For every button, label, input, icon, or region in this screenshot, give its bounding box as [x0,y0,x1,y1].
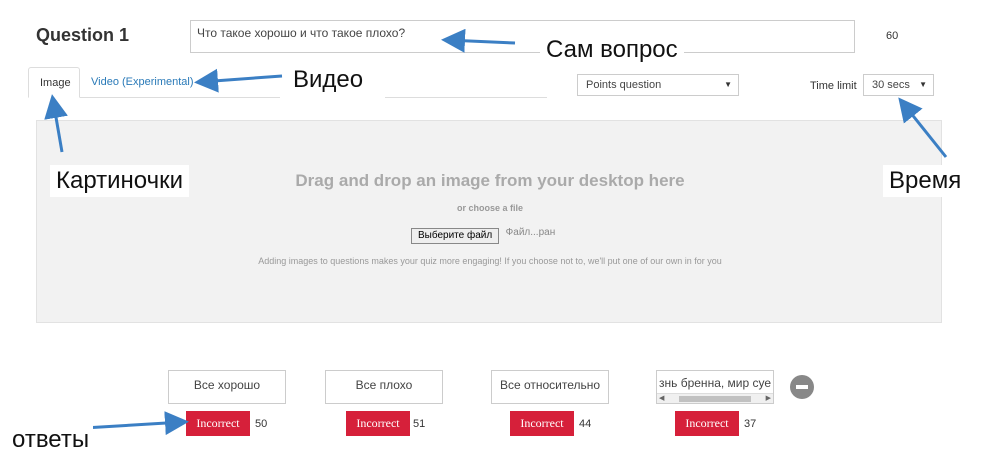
chevron-down-icon: ▼ [919,80,927,89]
time-limit-select[interactable]: 30 secs ▼ [863,74,934,96]
file-status: Файл...ран [505,227,556,238]
question-title: Question 1 [36,25,130,45]
incorrect-toggle-4[interactable]: Incorrect [675,411,739,436]
incorrect-toggle-2[interactable]: Incorrect [346,411,410,436]
chevron-down-icon: ▼ [724,80,732,89]
tab-image[interactable]: Image [28,67,80,98]
answer-count-4: 37 [744,418,757,430]
question-input[interactable] [190,20,855,53]
file-input-row: Выберите файл Файл...ран [411,225,556,244]
answer-count-3: 44 [579,418,592,430]
char-count: 60 [886,30,899,42]
answer-input-2[interactable]: Все плохо [325,370,443,404]
answer-scrollbar[interactable]: ◀ ▶ [657,393,773,403]
tab-video[interactable]: Video (Experimental) [80,67,205,98]
answer-count-2: 51 [413,418,426,430]
minus-icon [796,385,808,389]
arrow-video [194,68,283,93]
answer-input-4[interactable]: знь бренна, мир суе ◀ ▶ [656,370,774,404]
annotation-time: Время [883,165,968,197]
dropzone-or-text: or choose a file [456,203,524,213]
time-limit-label: Time limit [810,80,857,92]
choose-file-button[interactable]: Выберите файл [411,228,500,244]
answer-input-1[interactable]: Все хорошо [168,370,286,404]
time-limit-value: 30 secs [872,79,910,91]
arrow-answers [83,411,189,436]
remove-answer-button[interactable] [790,375,814,399]
answer-text-4: знь бренна, мир суе [659,376,772,390]
image-dropzone[interactable]: Drag and drop an image from your desktop… [36,120,942,323]
annotation-answers: ответы [8,424,94,456]
annotation-question: Сам вопрос [540,34,684,66]
scroll-right-icon[interactable]: ▶ [766,394,771,403]
annotation-images: Картиночки [50,165,190,197]
question-type-select[interactable]: Points question ▼ [577,74,739,96]
answer-input-3[interactable]: Все относительно [491,370,609,404]
scrollbar-thumb[interactable] [679,396,751,402]
tab-divider [385,97,547,98]
answer-count-1: 50 [255,418,268,430]
quiz-editor: Question 1 60 Image Video (Experimental)… [0,0,1000,459]
tab-divider [80,97,280,98]
incorrect-toggle-3[interactable]: Incorrect [510,411,574,436]
question-type-value: Points question [586,79,662,91]
incorrect-toggle-1[interactable]: Incorrect [186,411,250,436]
dropzone-note: Adding images to questions makes your qu… [258,256,722,266]
scroll-left-icon[interactable]: ◀ [659,394,664,403]
annotation-video: Видео [287,64,370,96]
